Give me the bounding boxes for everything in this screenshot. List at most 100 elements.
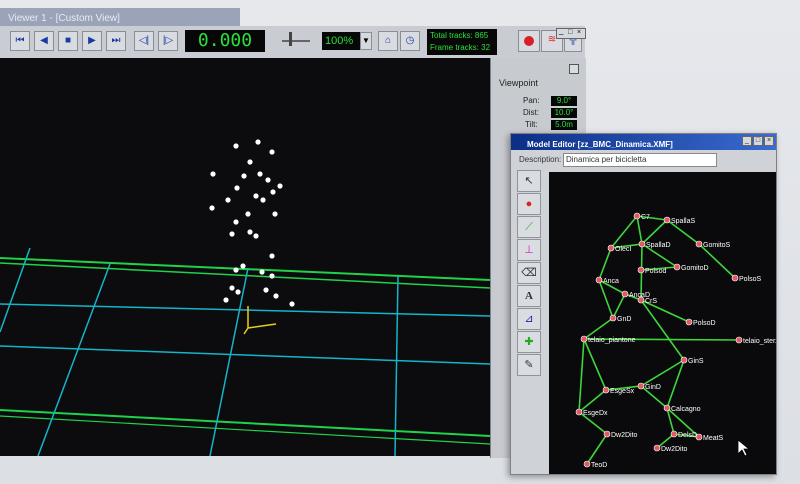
model-node[interactable] [735,336,743,344]
camera-button[interactable]: ⌂ [378,31,398,51]
model-link [666,359,685,409]
text-tool[interactable]: A [517,285,541,307]
model-node[interactable] [685,318,693,326]
axis-tool[interactable]: ⊿ [517,308,541,330]
viewer-title: Viewer 1 - [Custom View] [8,13,120,24]
model-node[interactable] [637,296,645,304]
marker [269,149,275,155]
joint-tool[interactable]: ✚ [517,331,541,353]
model-node[interactable] [575,408,583,416]
model-node[interactable] [663,404,671,412]
minimize-icon: _ [745,137,749,144]
speed-slider-thumb[interactable] [289,32,292,46]
model-node[interactable] [583,460,591,468]
timer-button[interactable]: ◷ [400,31,420,51]
model-node-label: GomitoD [681,265,709,272]
model-link [612,293,626,319]
grid-line-cyan [209,267,249,456]
first-frame-button[interactable]: ⏮ [10,31,30,51]
3d-viewport[interactable] [0,58,490,456]
marker [257,171,263,177]
close-icon[interactable]: × [577,29,581,36]
model-node-label: Polsod [645,268,667,275]
model-canvas[interactable]: C7 SpallaS OlecI SpallaD GomitoS GomitoD Polso… [549,172,776,474]
axis-x [247,323,277,329]
skip-start-icon: ⏮ [15,35,25,46]
step-back-button[interactable]: ◀ [34,31,54,51]
model-node-label: Calcagno [671,406,701,413]
play-button[interactable]: ▶ [82,31,102,51]
link-icon: ⟋ [525,221,533,233]
model-node-label: GinS [688,358,704,365]
speed-slider-track[interactable] [282,40,310,42]
model-node[interactable] [580,335,588,343]
model-node-label: GomitoS [703,242,731,249]
model-node[interactable] [673,263,681,271]
model-node[interactable] [653,444,661,452]
select-tool[interactable]: ↖ [517,170,541,192]
marker [269,253,275,259]
grid-line-green [0,415,490,445]
model-node-label: Dw2Dito [661,446,688,453]
pen-icon: ✎ [524,359,534,371]
model-editor-window: Model Editor [zz_BMC_Dinamica.XMF] _ □ ×… [510,133,777,475]
segment-icon: ⊥ [524,244,534,256]
model-node-label: C7 [641,214,650,221]
model-node[interactable] [633,212,641,220]
model-link [583,338,607,391]
model-node[interactable] [670,430,678,438]
zoom-dropdown-arrow[interactable]: ▼ [360,32,372,50]
tilt-value[interactable]: 5.0m [551,120,577,130]
stop-button[interactable]: ■ [58,31,78,51]
step-back-icon: ◀ [40,35,48,46]
editor-maximize-button[interactable]: □ [753,136,763,146]
prev-marker-button[interactable]: ◁| [134,31,154,51]
marker [273,293,279,299]
marker [255,139,261,145]
grid-line-cyan [37,263,111,456]
model-node[interactable] [595,276,603,284]
editor-close-button[interactable]: × [764,136,774,146]
model-node[interactable] [695,433,703,441]
grid-line-cyan [0,303,490,317]
model-node[interactable] [607,244,615,252]
dist-value[interactable]: 10.0° [551,108,577,118]
minimize-icon[interactable]: _ [559,26,563,35]
maximize-icon[interactable]: □ [568,29,572,36]
model-node-label: Dw2Dito [611,432,638,439]
scene-canvas [0,139,490,456]
marker [253,193,259,199]
marker [245,211,251,217]
next-marker-button[interactable]: |▷ [158,31,178,51]
model-link [698,243,736,279]
last-frame-button[interactable]: ⏭ [106,31,126,51]
panel-pin-button[interactable] [569,64,579,74]
model-node[interactable] [638,240,646,248]
model-node[interactable] [637,382,645,390]
description-input[interactable]: Dinamica per bicicletta [563,153,717,167]
model-node-label: telaio_piantone [588,337,636,344]
marker [289,301,295,307]
model-node[interactable] [602,386,610,394]
model-node[interactable] [695,240,703,248]
pen-tool[interactable]: ✎ [517,354,541,376]
eraser-tool[interactable]: ⌫ [517,262,541,284]
link-tool[interactable]: ⟋ [517,216,541,238]
record-button[interactable] [518,30,540,52]
marker-tool[interactable]: ● [517,193,541,215]
model-editor-title-bar[interactable]: Model Editor [zz_BMC_Dinamica.XMF] [511,134,776,150]
model-node[interactable] [603,430,611,438]
model-node[interactable] [637,266,645,274]
pan-value[interactable]: 9.0° [551,96,577,106]
model-node-label: TeoD [591,462,607,469]
model-node[interactable] [609,314,617,322]
model-node[interactable] [680,356,688,364]
joint-icon: ✚ [524,336,534,348]
model-node[interactable] [663,216,671,224]
editor-minimize-button[interactable]: _ [742,136,752,146]
model-node[interactable] [731,274,739,282]
viewer-title-bar: Viewer 1 - [Custom View] [0,8,240,26]
segment-tool[interactable]: ⊥ [517,239,541,261]
marker [259,269,265,275]
model-node[interactable] [621,290,629,298]
